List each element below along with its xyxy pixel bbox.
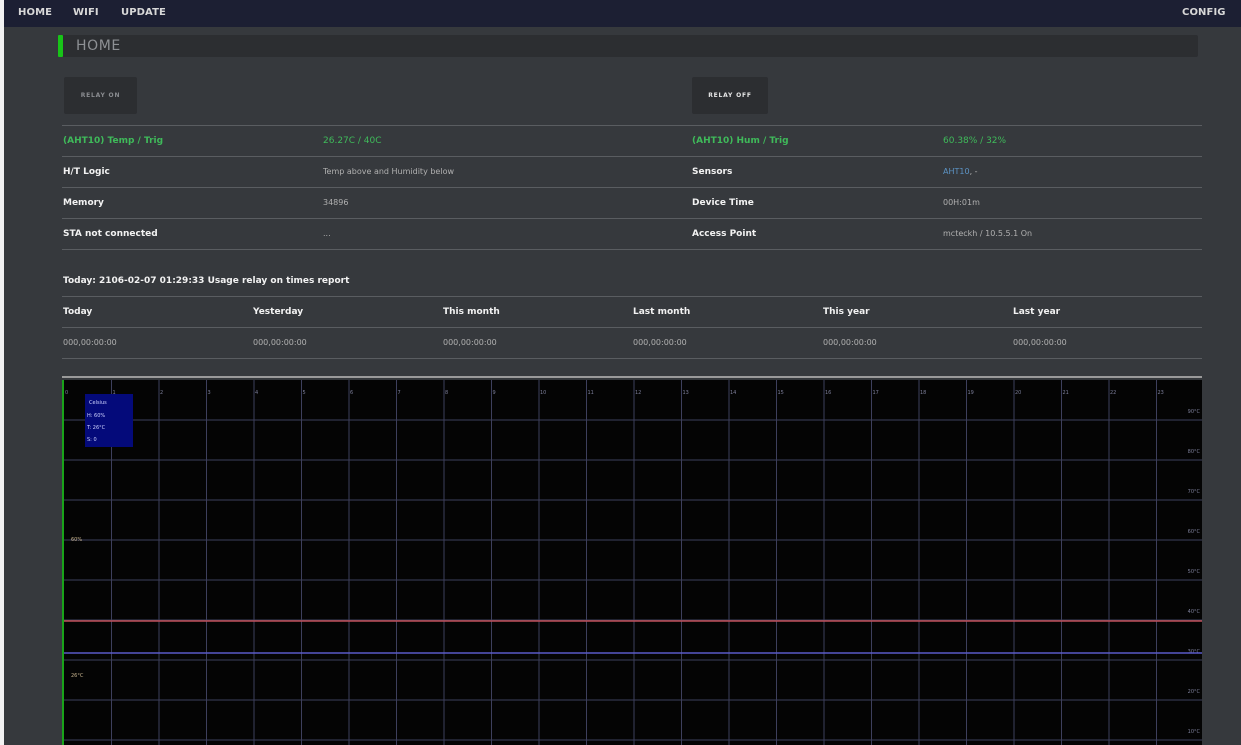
nav-config[interactable]: CONFIG	[1182, 7, 1226, 18]
report-value-5: 000,00:00:00	[1013, 338, 1067, 347]
x-tick-label: 14	[730, 390, 736, 396]
y-tick-label: 50°C	[1188, 569, 1201, 575]
report-header-4: This year	[823, 307, 870, 317]
memory-label: Memory	[63, 198, 104, 208]
chart-top-border	[62, 376, 1202, 378]
y-tick-label: 20°C	[1188, 689, 1201, 695]
sta-value: ...	[323, 229, 331, 238]
report-value-0: 000,00:00:00	[63, 338, 117, 347]
x-tick-label: 4	[255, 390, 258, 396]
x-tick-label: 11	[588, 390, 594, 396]
report-header-3: Last month	[633, 307, 691, 317]
x-tick-label: 6	[350, 390, 353, 396]
relay-on-button[interactable]: RELAY ON	[64, 77, 137, 114]
nav-update[interactable]: UPDATE	[121, 7, 166, 18]
report-header-5: Last year	[1013, 307, 1061, 317]
x-tick-label: 9	[493, 390, 496, 396]
humidity-series-label: 60%	[71, 537, 82, 543]
divider	[62, 358, 1202, 359]
x-tick-label: 23	[1158, 390, 1164, 396]
x-tick-label: 13	[683, 390, 689, 396]
temperature-series-label: 26°C	[71, 673, 84, 679]
report-header-2: This month	[443, 307, 500, 317]
report-title: Today: 2106-02-07 01:29:33 Usage relay o…	[63, 276, 350, 286]
chart-legend: Celsius H: 60% T: 26°C S: 0	[85, 394, 133, 447]
page-header: HOME	[58, 35, 1198, 57]
legend-title: Celsius	[89, 400, 107, 406]
x-tick-label: 22	[1110, 390, 1116, 396]
divider	[62, 218, 1202, 219]
device-time-label: Device Time	[692, 198, 754, 208]
legend-hum: H: 60%	[87, 413, 106, 419]
x-tick-label: 15	[778, 390, 784, 396]
x-tick-label: 20	[1015, 390, 1021, 396]
history-chart: 0 1 2 3 4 5 6 7 8 9 10 11 12 13 14 15 16 17 18 19 20 21 22 23 90…	[62, 380, 1202, 745]
x-tick-label: 8	[445, 390, 448, 396]
report-value-1: 000,00:00:00	[253, 338, 307, 347]
access-point-label: Access Point	[692, 229, 757, 239]
x-tick-label: 21	[1063, 390, 1069, 396]
sensors-rest: , -	[969, 167, 978, 176]
x-tick-label: 3	[208, 390, 211, 396]
hum-value: 60.38% / 32%	[943, 136, 1007, 146]
divider	[62, 125, 1202, 126]
nav-wifi[interactable]: WIFI	[73, 7, 99, 18]
y-tick-label: 10°C	[1188, 729, 1201, 735]
legend-state: S: 0	[87, 437, 97, 443]
page-header-accent	[58, 35, 63, 57]
temp-value: 26.27C / 40C	[323, 136, 382, 146]
x-tick-label: 17	[873, 390, 879, 396]
y-tick-label: 40°C	[1188, 609, 1201, 615]
report-header-1: Yesterday	[253, 307, 304, 317]
device-time-value: 00H:01m	[943, 198, 980, 207]
sta-label: STA not connected	[63, 229, 158, 239]
report-value-2: 000,00:00:00	[443, 338, 497, 347]
sensors-value: AHT10, -	[943, 167, 978, 176]
top-nav: HOME WIFI UPDATE CONFIG	[4, 0, 1241, 27]
logic-label: H/T Logic	[63, 167, 110, 177]
hum-label: (AHT10) Hum / Trig	[692, 136, 789, 146]
nav-home[interactable]: HOME	[18, 7, 52, 18]
x-tick-label: 0	[65, 390, 68, 396]
y-tick-label: 70°C	[1188, 489, 1201, 495]
x-tick-label: 18	[920, 390, 926, 396]
divider	[62, 156, 1202, 157]
divider	[62, 187, 1202, 188]
chart-canvas: 0 1 2 3 4 5 6 7 8 9 10 11 12 13 14 15 16 17 18 19 20 21 22 2390…	[64, 380, 1202, 745]
access-point-value: mcteckh / 10.5.5.1 On	[943, 229, 1033, 238]
divider	[62, 249, 1202, 250]
y-tick-label: 30°C	[1188, 649, 1201, 655]
x-tick-label: 12	[635, 390, 641, 396]
y-tick-label: 90°C	[1188, 409, 1201, 415]
x-tick-label: 10	[540, 390, 546, 396]
divider	[62, 327, 1202, 328]
x-tick-label: 19	[968, 390, 974, 396]
report-value-4: 000,00:00:00	[823, 338, 877, 347]
temp-label: (AHT10) Temp / Trig	[63, 136, 164, 146]
divider	[62, 296, 1202, 297]
sensor-link-aht10[interactable]: AHT10	[943, 167, 970, 176]
x-tick-label: 2	[160, 390, 163, 396]
memory-value: 34896	[323, 198, 349, 207]
page-title: HOME	[76, 38, 121, 54]
x-tick-label: 7	[398, 390, 401, 396]
x-tick-label: 5	[303, 390, 306, 396]
report-header-0: Today	[63, 307, 93, 317]
y-tick-label: 60°C	[1188, 529, 1201, 535]
report-value-3: 000,00:00:00	[633, 338, 687, 347]
sensors-label: Sensors	[692, 167, 733, 177]
x-tick-label: 16	[825, 390, 831, 396]
y-tick-label: 80°C	[1188, 449, 1201, 455]
logic-value: Temp above and Humidity below	[323, 167, 455, 176]
legend-temp: T: 26°C	[87, 425, 106, 431]
relay-off-button[interactable]: RELAY OFF	[692, 77, 768, 114]
